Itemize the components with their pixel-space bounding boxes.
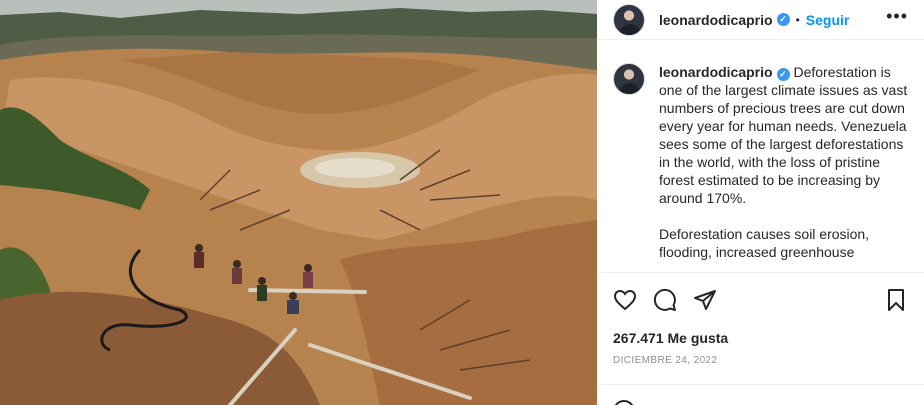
post-date[interactable]: DICIEMBRE 24, 2022 (613, 355, 717, 366)
caption-username-link[interactable]: leonardodicaprio (659, 64, 773, 80)
post-side-panel: leonardodicaprio ✓ • Seguir ••• leonardo… (597, 0, 924, 405)
share-button[interactable] (689, 285, 721, 315)
username-link[interactable]: leonardodicaprio (659, 12, 773, 28)
likes-count[interactable]: 267.471 Me gusta (613, 330, 728, 346)
separator-dot: • (795, 12, 800, 27)
verified-badge-icon: ✓ (776, 13, 790, 26)
caption-text: leonardodicaprio ✓ Deforestation is one o… (659, 63, 908, 272)
like-button[interactable] (609, 285, 641, 315)
action-bar (597, 285, 924, 315)
post-image[interactable] (0, 0, 597, 405)
add-comment-bar (597, 384, 924, 405)
comment-icon (653, 288, 676, 311)
comment-button[interactable] (649, 285, 681, 315)
caption-row: leonardodicaprio ✓ Deforestation is one o… (613, 63, 908, 272)
caption-paragraph-1: leonardodicaprio ✓ Deforestation is one o… (659, 63, 908, 207)
deforestation-photo (0, 0, 597, 405)
more-options-icon[interactable]: ••• (886, 6, 908, 27)
caption-body-1: Deforestation is one of the largest clim… (659, 64, 908, 206)
avatar[interactable] (613, 3, 645, 36)
follow-button[interactable]: Seguir (806, 12, 850, 28)
emoji-icon[interactable] (613, 400, 635, 405)
save-button[interactable] (880, 285, 912, 315)
caption-paragraph-2: Deforestation causes soil erosion, flood… (659, 226, 870, 260)
bookmark-icon (888, 289, 904, 311)
post-header: leonardodicaprio ✓ • Seguir ••• (597, 0, 924, 40)
paper-plane-icon (694, 290, 716, 310)
heart-icon (613, 289, 637, 311)
caption-scroll-area[interactable]: leonardodicaprio ✓ Deforestation is one o… (597, 51, 924, 273)
caption-verified-badge-icon: ✓ (776, 68, 790, 81)
caption-avatar[interactable] (613, 63, 645, 95)
